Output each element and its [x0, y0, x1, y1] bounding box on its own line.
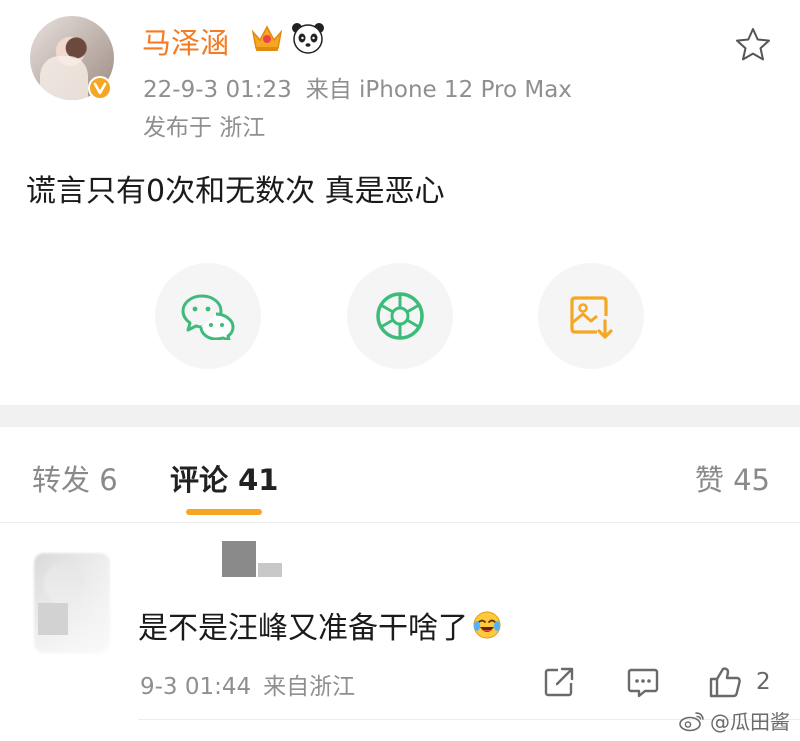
panda-icon [292, 23, 324, 54]
commenter-name-mask-2 [258, 563, 282, 577]
verified-icon [88, 76, 112, 100]
commenter-avatar-mask [38, 603, 68, 635]
reply-icon[interactable] [626, 665, 660, 699]
crown-icon [251, 25, 283, 51]
post-meta: 22-9-3 01:23 来自 iPhone 12 Pro Max [143, 70, 586, 104]
watermark: @瓜田酱 [678, 706, 790, 735]
comment-text: 是不是汪峰又准备干啥了 [138, 611, 468, 646]
tab-like[interactable]: 赞 45 [695, 457, 770, 499]
share-moments-button[interactable] [347, 263, 453, 369]
active-tab-indicator [186, 509, 262, 515]
comment-location: 来自浙江 [263, 674, 356, 700]
author-name[interactable]: 马泽涵 [142, 20, 229, 62]
tab-comment[interactable]: 评论 41 [170, 457, 278, 499]
commenter-name-mask [222, 541, 256, 577]
comment-item: 是不是汪峰又准备干啥了 9-3 01:44 来自浙江 2 @瓜田酱 [0, 523, 800, 741]
section-divider [0, 405, 800, 427]
watermark-text: @瓜田酱 [710, 710, 790, 734]
star-icon[interactable] [734, 26, 772, 64]
share-icon[interactable] [542, 665, 576, 699]
comment-text-row: 是不是汪峰又准备干啥了 [138, 603, 502, 647]
moments-icon [376, 292, 424, 340]
save-image-icon [570, 296, 613, 339]
post-location: 发布于 浙江 [143, 115, 266, 141]
tab-repost[interactable]: 转发 6 [32, 457, 118, 499]
save-image-button[interactable] [538, 263, 644, 369]
comment-meta: 9-3 01:44 来自浙江 [140, 667, 367, 701]
share-wechat-button[interactable] [155, 263, 261, 369]
wechat-icon [181, 294, 235, 340]
tab-bar: 转发 6 评论 41 赞 45 [0, 427, 800, 523]
laugh-cry-icon [473, 611, 501, 639]
post-card: 马泽涵 22-9-3 01:23 来自 iPhone 12 Pro Max 发布于… [0, 0, 800, 405]
comment-timestamp: 9-3 01:44 [140, 674, 252, 700]
post-timestamp: 22-9-3 01:23 [143, 77, 292, 103]
post-source: 来自 iPhone 12 Pro Max [305, 77, 572, 103]
post-text: 谎言只有0次和无数次 真是恶心 [26, 174, 445, 209]
weibo-logo-icon [679, 711, 704, 731]
comment-like-count: 2 [756, 669, 771, 695]
thumbs-up-icon[interactable] [708, 665, 742, 699]
